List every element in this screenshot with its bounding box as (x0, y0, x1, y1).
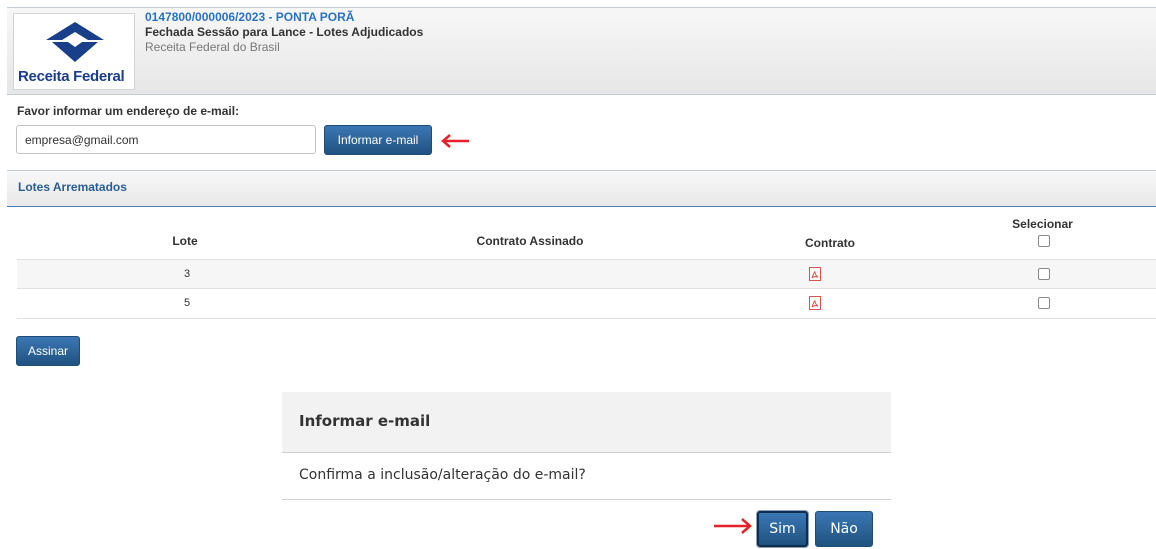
dialog-body: Confirma a inclusão/alteração do e-mail? (282, 453, 891, 500)
process-id-link[interactable]: 0147800/000006/2023 - PONTA PORÃ (145, 10, 354, 24)
dialog-header: Informar e-mail (282, 392, 891, 453)
confirm-yes-button[interactable]: Sim (757, 511, 808, 547)
assinar-button[interactable]: Assinar (16, 336, 80, 366)
select-all-checkbox[interactable] (1038, 235, 1050, 247)
table-row: 3 (17, 259, 1156, 289)
receita-federal-logo: Receita Federal (13, 13, 135, 90)
column-header-selecionar: Selecionar (1012, 217, 1073, 231)
dialog-message: Confirma a inclusão/alteração do e-mail? (299, 467, 586, 483)
email-input[interactable] (16, 125, 316, 154)
page-header: Receita Federal 0147800/000006/2023 - PO… (7, 7, 1156, 95)
lote-number: 3 (183, 268, 191, 280)
logo-text: Receita Federal (18, 68, 125, 85)
left-arrow-annotation-icon (441, 134, 469, 148)
column-header-lote: Lote (172, 234, 198, 248)
receita-federal-emblem-icon (46, 22, 104, 62)
email-label: Favor informar um endereço de e-mail: (17, 104, 240, 118)
confirm-no-button[interactable]: Não (815, 511, 873, 547)
column-header-contrato: Contrato (805, 236, 855, 250)
informar-email-button[interactable]: Informar e-mail (324, 125, 432, 155)
column-header-contrato-assinado: Contrato Assinado (476, 234, 584, 248)
dialog-title: Informar e-mail (299, 412, 431, 430)
lote-number: 5 (183, 297, 191, 309)
select-row-checkbox[interactable] (1038, 297, 1050, 309)
section-title: Lotes Arrematados (18, 180, 127, 194)
organization-name: Receita Federal do Brasil (145, 40, 280, 54)
process-status: Fechada Sessão para Lance - Lotes Adjudi… (145, 25, 424, 39)
right-arrow-annotation-icon (714, 518, 752, 534)
lotes-arrematados-section: Lotes Arrematados (7, 170, 1156, 207)
table-row: 5 (17, 288, 1156, 319)
pdf-icon[interactable] (809, 267, 821, 281)
select-row-checkbox[interactable] (1038, 268, 1050, 280)
pdf-icon[interactable] (809, 296, 821, 310)
